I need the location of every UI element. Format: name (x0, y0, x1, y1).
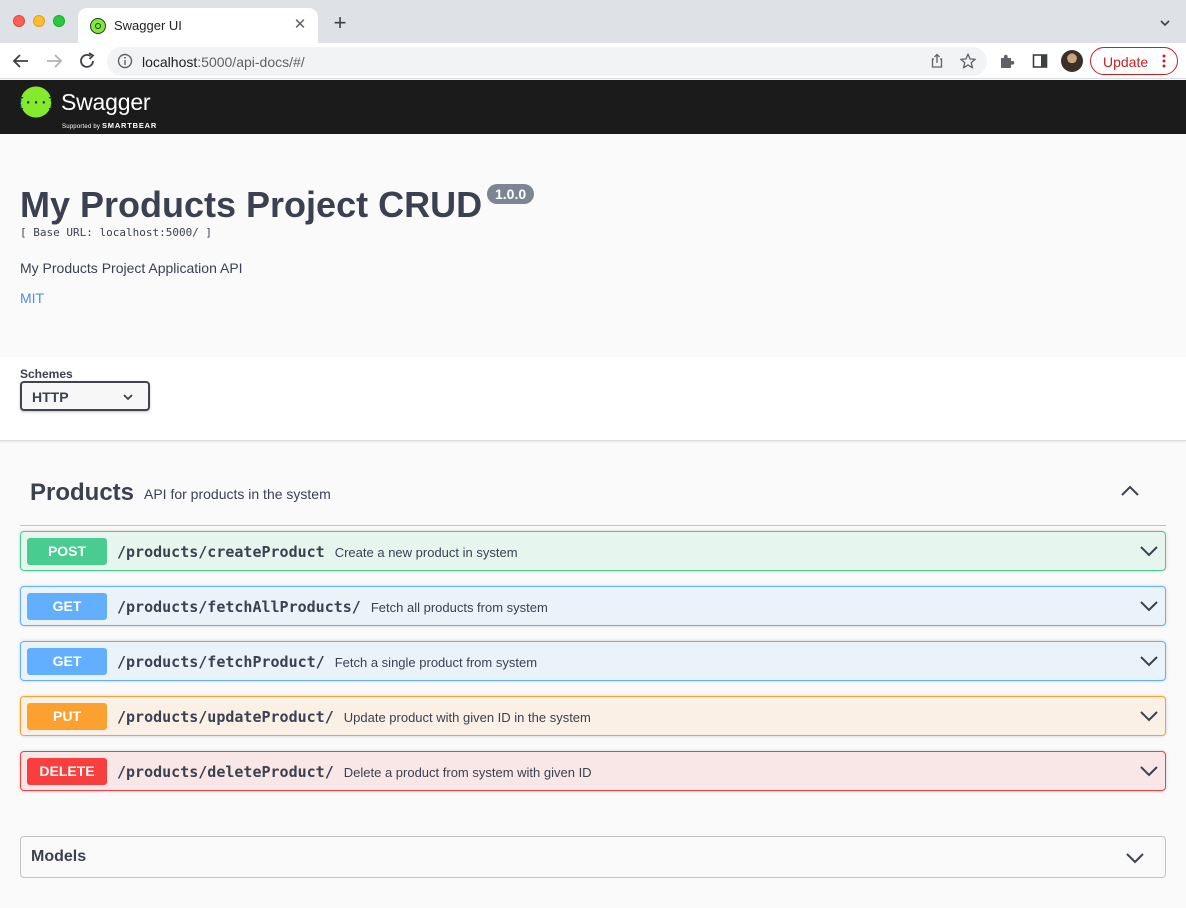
address-bar[interactable]: localhost:5000/api-docs/#/ (107, 47, 987, 76)
models-title: Models (31, 848, 87, 865)
tab-title: Swagger UI (114, 18, 182, 33)
arrow-left-icon[interactable] (10, 50, 32, 72)
operation-summary: Delete a product from system with given … (343, 765, 592, 780)
schemes-selected-value: HTTP (32, 389, 69, 405)
operation-path-text: /products/createProduct (117, 543, 325, 561)
arrow-right-icon[interactable] (43, 50, 65, 72)
swagger-logo-icon: {···} (20, 86, 52, 118)
operation-path-text: /products/fetchAllProducts/ (117, 598, 361, 616)
operation-get-fetch-all-products[interactable]: GET /products/fetchAllProducts/Fetch all… (20, 586, 1166, 626)
page-title: My Products Project CRUD (20, 184, 483, 225)
window-close-button[interactable] (13, 15, 25, 27)
tag-name: Products (30, 479, 135, 506)
method-badge: POST (27, 538, 107, 565)
products-tag-header[interactable]: Products API for products in the system (20, 470, 1166, 526)
side-panel-icon[interactable] (1031, 52, 1049, 70)
operation-summary: Update product with given ID in the syst… (343, 710, 591, 725)
operation-delete-product[interactable]: DELETE /products/deleteProduct/Delete a … (20, 751, 1166, 791)
base-url: [ Base URL: localhost:5000/ ] (20, 226, 213, 239)
star-icon[interactable] (959, 52, 977, 70)
svg-text:{···}: {···} (20, 96, 52, 111)
smartbear-text: SMARTBEAR (101, 121, 158, 130)
operation-get-fetch-product[interactable]: GET /products/fetchProduct/Fetch a singl… (20, 641, 1166, 681)
tag-description: API for products in the system (144, 486, 331, 502)
method-badge: DELETE (27, 758, 107, 785)
method-badge: GET (27, 593, 107, 620)
operation-put-update-product[interactable]: PUT /products/updateProduct/Update produ… (20, 696, 1166, 736)
operation-summary: Create a new product in system (334, 545, 518, 560)
operation-summary: Fetch all products from system (370, 600, 548, 615)
swagger-topbar: {···} Swagger Supported by SMARTBEAR (0, 80, 1186, 134)
schemes-select[interactable]: HTTP (20, 381, 150, 411)
browser-tab[interactable]: Swagger UI ✕ (78, 8, 318, 43)
operation-path-text: /products/fetchProduct/ (117, 653, 325, 671)
profile-avatar[interactable] (1061, 50, 1083, 72)
models-section[interactable]: Models (20, 836, 1166, 878)
operation-post-create-product[interactable]: POST /products/createProduct Create a new… (20, 531, 1166, 571)
operation-path: /products/createProduct Create a new prod… (117, 543, 518, 561)
chevron-down-icon[interactable] (1139, 709, 1159, 723)
share-icon[interactable] (929, 53, 945, 69)
swagger-wordmark: Swagger (61, 89, 151, 115)
url-host: localhost (142, 54, 198, 70)
operation-summary: Fetch a single product from system (334, 655, 538, 670)
operation-path: /products/fetchProduct/Fetch a single pr… (117, 653, 537, 671)
chevron-down-icon[interactable] (1125, 851, 1145, 865)
reload-icon[interactable] (76, 50, 98, 72)
schemes-section: Schemes HTTP (0, 357, 1186, 441)
window-zoom-button[interactable] (53, 15, 65, 27)
window-minimize-button[interactable] (33, 15, 45, 27)
tab-search-chevron-icon[interactable] (1158, 16, 1172, 30)
chevron-down-icon[interactable] (1139, 599, 1159, 613)
operation-path: /products/fetchAllProducts/Fetch all pro… (117, 598, 548, 616)
supported-by-text: Supported by (62, 124, 101, 130)
update-button[interactable]: Update (1090, 47, 1178, 75)
url-path: :5000/api-docs/#/ (197, 54, 305, 70)
new-tab-icon[interactable]: + (330, 12, 350, 34)
update-button-label: Update (1103, 54, 1149, 70)
method-badge: GET (27, 648, 107, 675)
browser-toolbar: localhost:5000/api-docs/#/ Update (0, 43, 1186, 79)
api-description: My Products Project Application API (20, 260, 243, 276)
schemes-label: Schemes (20, 367, 73, 381)
swagger-favicon-icon (90, 18, 106, 34)
operation-path: /products/updateProduct/Update product w… (117, 708, 591, 726)
chevron-down-icon[interactable] (1139, 654, 1159, 668)
chevron-up-icon[interactable] (1120, 484, 1140, 498)
license-link[interactable]: MIT (20, 290, 44, 306)
browser-tab-strip: Swagger UI ✕ + (0, 0, 1186, 43)
chevron-down-icon[interactable] (1139, 764, 1159, 778)
tab-close-icon[interactable]: ✕ (292, 17, 308, 33)
operation-path-text: /products/deleteProduct/ (117, 763, 334, 781)
url-text: localhost:5000/api-docs/#/ (142, 54, 305, 70)
swagger-logo[interactable]: {···} Swagger Supported by SMARTBEAR (20, 86, 170, 130)
operation-path: /products/deleteProduct/Delete a product… (117, 763, 592, 781)
puzzle-icon[interactable] (998, 52, 1016, 70)
chevron-down-icon (123, 394, 133, 401)
version-badge: 1.0.0 (487, 184, 535, 204)
method-badge: PUT (27, 703, 107, 730)
swagger-supported-by: Supported by SMARTBEAR (62, 121, 157, 130)
operation-path-text: /products/updateProduct/ (117, 708, 334, 726)
chevron-down-icon[interactable] (1139, 544, 1159, 558)
info-icon[interactable] (117, 53, 133, 69)
kebab-icon[interactable] (1162, 54, 1166, 68)
